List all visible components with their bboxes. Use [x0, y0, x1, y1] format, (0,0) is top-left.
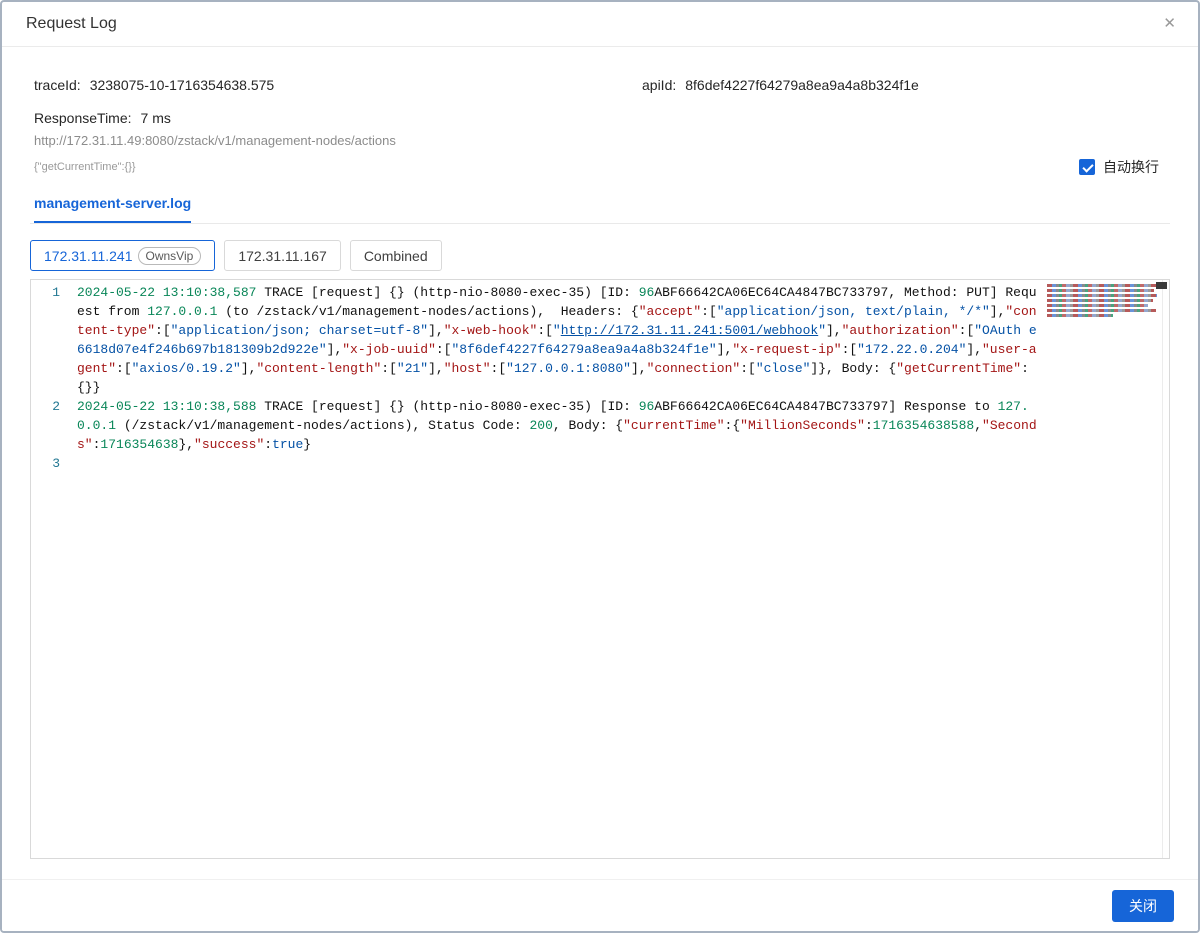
- tab-management-server-log[interactable]: management-server.log: [34, 195, 191, 223]
- log-editor[interactable]: 12024-05-22 13:10:38,587 TRACE [request]…: [30, 279, 1170, 859]
- modal-footer: 关闭: [2, 879, 1198, 931]
- line-number: 1: [31, 283, 77, 302]
- log-line: 12024-05-22 13:10:38,587 TRACE [request]…: [31, 283, 1169, 397]
- editor-scrollbar[interactable]: [1162, 280, 1169, 858]
- owns-vip-badge: OwnsVip: [138, 247, 202, 265]
- api-id-label: apiId:: [642, 77, 676, 93]
- node-tab-241[interactable]: 172.31.11.241 OwnsVip: [30, 240, 215, 271]
- node-tab-label: 172.31.11.241: [44, 248, 133, 264]
- modal-title: Request Log: [26, 15, 117, 33]
- request-body: {"getCurrentTime":{}}: [34, 161, 136, 173]
- close-icon[interactable]: ✕: [1163, 14, 1176, 34]
- log-line-content: 2024-05-22 13:10:38,587 TRACE [request] …: [77, 283, 1169, 397]
- line-number: 2: [31, 397, 77, 416]
- log-line-content: 2024-05-22 13:10:38,588 TRACE [request] …: [77, 397, 1169, 454]
- response-time-label: ResponseTime:: [34, 110, 132, 126]
- response-time: ResponseTime: 7 ms: [34, 110, 642, 126]
- node-tab-label: 172.31.11.167: [238, 248, 327, 264]
- checkbox-icon[interactable]: [1079, 159, 1095, 175]
- trace-id-value: 3238075-10-1716354638.575: [90, 77, 275, 93]
- trace-id: traceId: 3238075-10-1716354638.575: [34, 77, 642, 93]
- log-line: 3: [31, 454, 1169, 473]
- node-tab-combined[interactable]: Combined: [350, 240, 442, 271]
- request-log-modal: Request Log ✕ traceId: 3238075-10-171635…: [0, 0, 1200, 933]
- file-tab-bar: management-server.log: [2, 195, 1198, 223]
- auto-wrap-label: 自动换行: [1103, 157, 1159, 177]
- log-line: 22024-05-22 13:10:38,588 TRACE [request]…: [31, 397, 1169, 454]
- request-url: http://172.31.11.49:8080/zstack/v1/manag…: [34, 133, 1166, 148]
- node-tab-label: Combined: [364, 248, 428, 264]
- trace-id-label: traceId:: [34, 77, 81, 93]
- line-number: 3: [31, 454, 77, 473]
- api-id: apiId: 8f6def4227f64279a8ea9a4a8b324f1e: [642, 77, 1166, 93]
- node-tab-bar: 172.31.11.241 OwnsVip 172.31.11.167 Comb…: [2, 240, 1198, 271]
- node-tab-167[interactable]: 172.31.11.167: [224, 240, 341, 271]
- meta-section: traceId: 3238075-10-1716354638.575 apiId…: [2, 77, 1198, 177]
- modal-header: Request Log ✕: [2, 2, 1198, 47]
- log-editor-lines: 12024-05-22 13:10:38,587 TRACE [request]…: [31, 283, 1169, 473]
- minimap[interactable]: [1047, 284, 1157, 319]
- response-time-value: 7 ms: [141, 110, 171, 126]
- minimap-slider[interactable]: [1156, 282, 1167, 289]
- auto-wrap-checkbox[interactable]: 自动换行: [1079, 157, 1159, 177]
- tab-divider: [30, 223, 1170, 224]
- api-id-value: 8f6def4227f64279a8ea9a4a8b324f1e: [685, 77, 919, 93]
- log-line-content: [77, 454, 1169, 473]
- close-button[interactable]: 关闭: [1112, 890, 1174, 922]
